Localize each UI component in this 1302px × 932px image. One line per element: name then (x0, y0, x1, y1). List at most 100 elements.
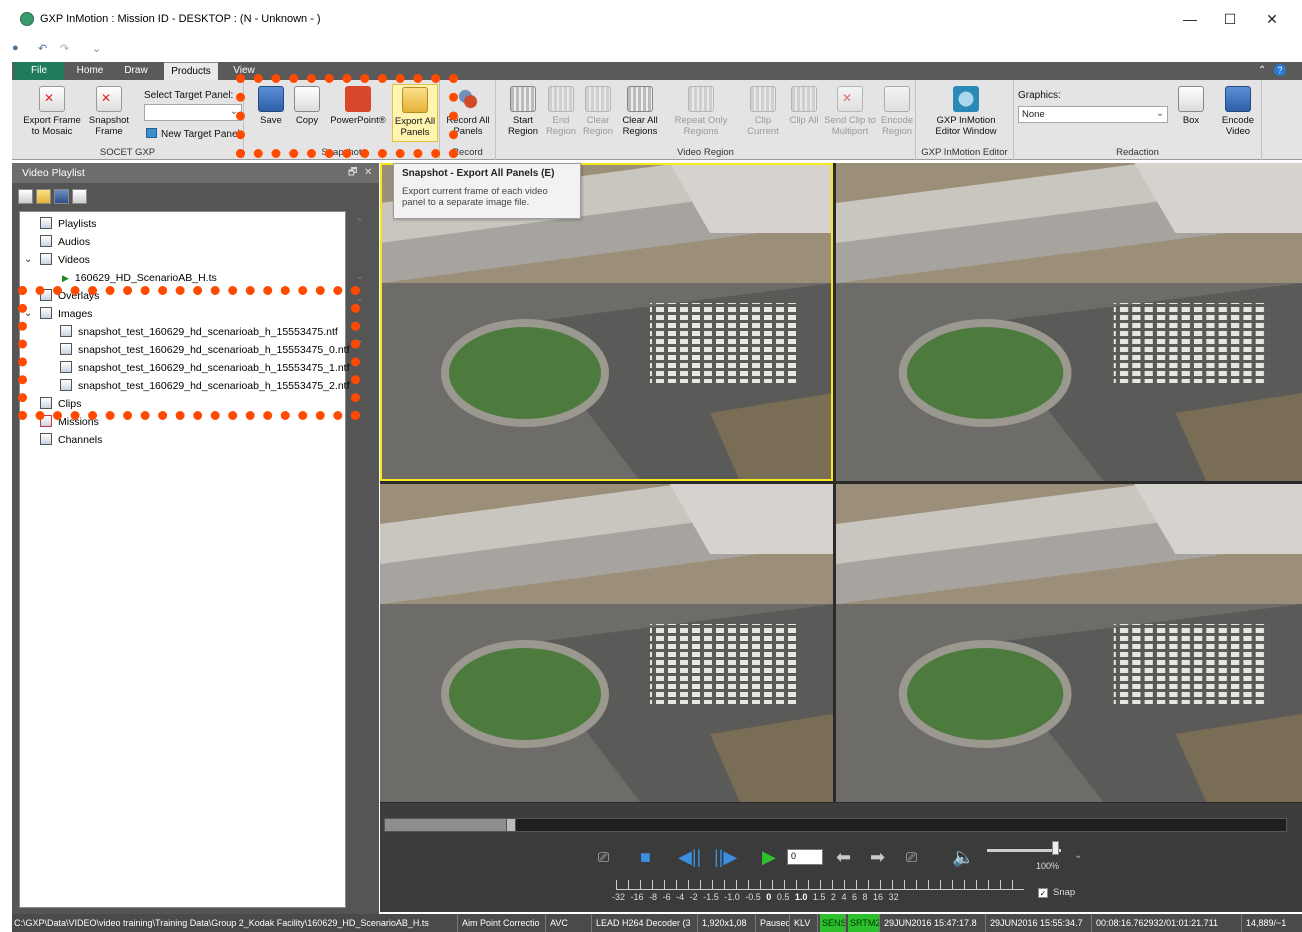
tree-item-image-file[interactable]: snapshot_test_160629_hd_scenarioab_h_155… (60, 360, 350, 376)
close-icon[interactable]: ✕ (364, 163, 372, 183)
powerpoint-snapshot-button[interactable]: PowerPoint® (328, 86, 388, 126)
tree-item-image-file[interactable]: snapshot_test_160629_hd_scenarioab_h_155… (60, 342, 350, 358)
video-panel[interactable] (836, 484, 1302, 802)
repeat-only-regions-button[interactable]: Repeat Only Regions (666, 86, 736, 137)
tab-draw[interactable]: Draw (116, 62, 156, 80)
audio-icon (40, 235, 52, 247)
redo-icon[interactable]: ↷ (60, 42, 69, 55)
tab-products[interactable]: Products (164, 62, 218, 80)
graphics-combo[interactable]: None ⌄ (1018, 106, 1168, 123)
jump-film-icon[interactable]: ⎚ (906, 847, 917, 867)
status-position: 00:08:16.762932/01:01:21.711 (1094, 914, 1242, 932)
tab-file[interactable]: File (14, 62, 64, 80)
expand-chevron-icon[interactable]: ⌄ (24, 252, 32, 268)
print-icon[interactable] (72, 189, 87, 204)
stop-icon[interactable]: ■ (640, 847, 651, 867)
status-start-time: 29JUN2016 15:47:17.8 (882, 914, 986, 932)
new-target-panel-button[interactable]: New Target Panel (146, 128, 240, 140)
end-region-button[interactable]: End Region (544, 86, 578, 137)
chevron-down-icon[interactable]: ⌄ (356, 271, 364, 282)
maximize-button[interactable]: ☐ (1218, 8, 1242, 30)
save-playlist-icon[interactable] (54, 189, 69, 204)
tab-home[interactable]: Home (70, 62, 110, 80)
clear-region-button[interactable]: Clear Region (580, 86, 616, 137)
export-frame-mosaic-button[interactable]: Export Frame to Mosaic (20, 86, 84, 137)
status-klv: KLV (792, 914, 818, 932)
volume-slider[interactable] (987, 849, 1061, 852)
encode-video-button[interactable]: Encode Video (1218, 86, 1258, 137)
close-button[interactable]: ✕ (1260, 8, 1284, 30)
loop-film-icon[interactable]: ⎚ (598, 847, 609, 867)
clear-all-regions-button[interactable]: Clear All Regions (618, 86, 662, 137)
chevron-down-icon[interactable]: ⌄ (1074, 850, 1082, 861)
snapshot-frame-button[interactable]: Snapshot Frame (86, 86, 132, 137)
status-path: C:\GXP\Data\VIDEO\video training\Trainin… (12, 914, 458, 932)
tree-side-scroller[interactable]: ⌃ ⌄ ⌄ ⌃ (346, 211, 372, 411)
volume-knob[interactable] (1052, 841, 1059, 855)
speaker-icon[interactable]: 🔈 (952, 847, 974, 867)
tree-item-image-file[interactable]: snapshot_test_160629_hd_scenarioab_h_155… (60, 324, 338, 340)
collapse-ribbon-icon[interactable]: ⌃ (1258, 65, 1266, 76)
video-panel[interactable] (836, 163, 1302, 481)
open-folder-icon[interactable] (36, 189, 51, 204)
timeline-thumb[interactable] (506, 818, 516, 832)
undo-icon[interactable]: ↶ (38, 42, 47, 55)
clip-current-button[interactable]: Clip Current (744, 86, 782, 137)
tree-item-clips[interactable]: Clips (40, 396, 81, 412)
step-back-icon[interactable]: ◀|| (678, 847, 701, 867)
tree-item-missions[interactable]: Missions (40, 414, 99, 430)
arrow-right-icon[interactable]: ➡ (870, 847, 885, 867)
select-target-panel-combo[interactable]: ⌄ (144, 104, 242, 121)
group-label-redaction: Redaction (1116, 147, 1159, 158)
minimize-button[interactable]: — (1178, 8, 1202, 30)
tree-item-playlists[interactable]: Playlists (40, 216, 97, 232)
send-clip-multiport-button[interactable]: Send Clip to Multiport (822, 86, 878, 137)
play-icon[interactable]: ▶ (762, 847, 776, 867)
record-all-panels-button[interactable]: Record All Panels (444, 86, 492, 137)
arrow-left-icon[interactable]: ⬅ (836, 847, 851, 867)
volume-label: 100% (1036, 861, 1060, 871)
video-panel[interactable] (380, 484, 833, 802)
clip-all-button[interactable]: Clip All (786, 86, 822, 126)
status-srtm: SRTM2 (848, 914, 880, 932)
new-playlist-icon[interactable] (18, 189, 33, 204)
speed-scale[interactable] (616, 880, 1024, 890)
chevron-up-icon[interactable]: ⌃ (356, 217, 364, 228)
editor-icon (953, 86, 979, 112)
start-region-button[interactable]: Start Region (504, 86, 542, 137)
timeline-track[interactable] (384, 818, 1287, 832)
chevron-up-icon[interactable]: ⌃ (356, 339, 364, 350)
ribbon: Export Frame to Mosaic Snapshot Frame Se… (12, 80, 1302, 160)
tree-item-images[interactable]: ⌄ Images (24, 306, 92, 322)
box-button[interactable]: Box (1174, 86, 1208, 126)
tree-item-videos[interactable]: ⌄ Videos (24, 252, 90, 268)
help-icon[interactable]: ? (1274, 64, 1286, 76)
copy-snapshot-button[interactable]: Copy (292, 86, 322, 126)
save-icon (258, 86, 284, 112)
aerial-video-frame (836, 484, 1302, 802)
encode-video-icon (1225, 86, 1251, 112)
tree-item-video-file[interactable]: ▶ 160629_HD_ScenarioAB_H.ts (62, 270, 217, 286)
app-menu-icon[interactable]: ● (12, 42, 19, 54)
export-all-panels-button[interactable]: Export All Panels (392, 84, 438, 142)
frame-input[interactable]: 0 (787, 849, 823, 865)
group-record: Record All Panels Record (440, 80, 496, 160)
snap-checkbox[interactable]: ✓ Snap (1038, 887, 1075, 898)
customize-qat-icon[interactable]: ⌄ (92, 42, 101, 55)
tree-item-audios[interactable]: Audios (40, 234, 90, 250)
pin-icon[interactable]: 🗗 (348, 163, 357, 183)
tooltip-text: Export current frame of each video panel… (402, 186, 548, 208)
step-forward-icon[interactable]: ||▶ (714, 847, 737, 867)
tree-item-channels[interactable]: Channels (40, 432, 102, 448)
encode-region-button[interactable]: Encode Region (880, 86, 914, 137)
save-snapshot-button[interactable]: Save (256, 86, 286, 126)
clip-current-icon (750, 86, 776, 112)
editor-window-button[interactable]: GXP InMotion Editor Window (926, 86, 1006, 137)
tab-view[interactable]: View (224, 62, 264, 80)
checkbox-icon[interactable]: ✓ (1038, 888, 1048, 898)
tree-item-image-file[interactable]: snapshot_test_160629_hd_scenarioab_h_155… (60, 378, 350, 394)
status-codec: AVC (548, 914, 592, 932)
tree-item-overlays[interactable]: Overlays (40, 288, 99, 304)
expand-chevron-icon[interactable]: ⌄ (24, 306, 32, 322)
chevron-down-icon[interactable]: ⌄ (356, 293, 364, 304)
